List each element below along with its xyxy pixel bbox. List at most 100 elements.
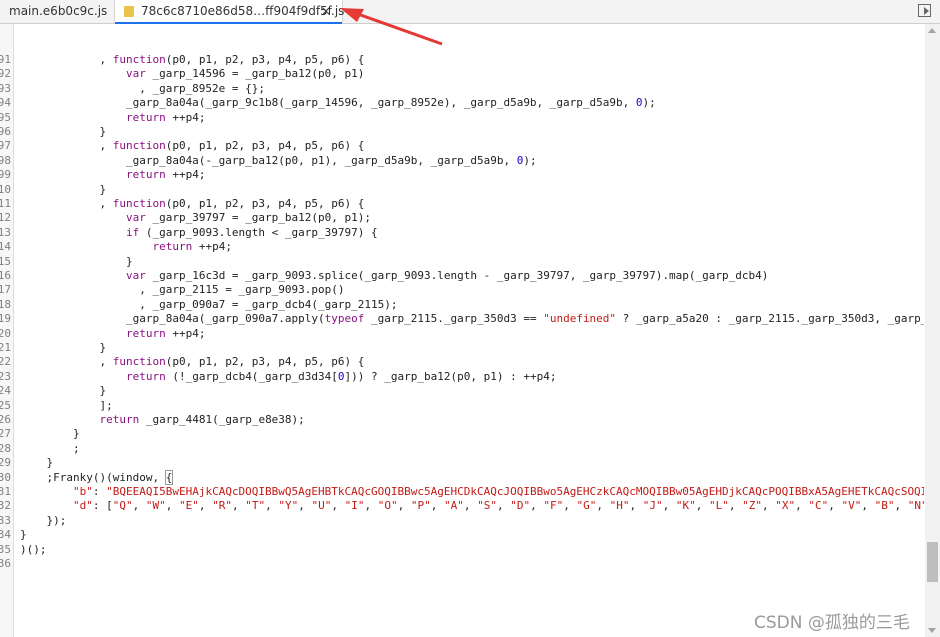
code-token: } — [20, 254, 133, 268]
code-token: , — [364, 499, 378, 513]
code-token: , — [20, 355, 113, 369]
line-number: 14 — [0, 240, 11, 254]
line-number: 36 — [0, 557, 11, 570]
code-token: , — [165, 499, 179, 513]
code-token: { — [164, 469, 174, 485]
code-line: "d": ["Q", "W", "E", "R", "T", "Y", "U",… — [20, 499, 924, 513]
code-token: , — [20, 197, 113, 210]
line-number: 34 — [0, 528, 11, 542]
code-token: (p0, p1, p2, p3, p4, p5, p6) { — [165, 355, 365, 369]
code-line: , _garp_2115 = _garp_9093.pop() — [20, 283, 345, 297]
code-token: _garp_14596 = _garp_ba12(p0, p1) — [145, 67, 365, 81]
keyword-token: typeof — [324, 312, 365, 326]
code-line: }); — [20, 514, 66, 528]
code-line: } — [20, 427, 80, 441]
code-token: ++p4; — [192, 240, 232, 254]
code-line: } — [20, 341, 106, 355]
string-token: "undefined" — [543, 312, 617, 326]
keyword-token: return — [125, 326, 166, 340]
line-number: 92 — [0, 67, 11, 81]
code-token: ++p4; — [165, 168, 206, 182]
string-token: "T" — [245, 499, 266, 513]
code-line: } — [20, 183, 106, 197]
line-number: 33 — [0, 513, 11, 527]
code-token: , — [596, 499, 610, 513]
line-number-gutter: 9192939495969798991011121314151617181920… — [0, 24, 14, 637]
keyword-token: function — [112, 139, 166, 153]
keyword-token: function — [112, 53, 166, 66]
code-token: _garp_8a04a(-_garp_ba12(p0, p1), _garp_d… — [20, 153, 517, 167]
code-token: , — [132, 499, 146, 513]
line-number: 23 — [0, 369, 11, 383]
code-token: } — [20, 341, 107, 354]
code-token: , — [795, 499, 809, 513]
string-token: "C" — [808, 499, 829, 513]
line-number: 98 — [0, 153, 11, 167]
tab-label: main.e6b0c9c.js — [9, 4, 108, 18]
code-token: ]; — [20, 398, 113, 412]
line-number: 27 — [0, 427, 11, 441]
code-line: return ++p4; — [20, 111, 206, 125]
close-icon[interactable]: × — [321, 0, 331, 23]
keyword-token: return — [125, 168, 166, 182]
scroll-down-icon[interactable] — [928, 628, 936, 633]
code-token: (p0, p1, p2, p3, p4, p5, p6) { — [165, 53, 365, 66]
line-number: 18 — [0, 297, 11, 311]
code-token: )(); — [20, 542, 47, 556]
code-token: ;Franky()(window, — [20, 470, 166, 484]
keyword-token: var — [125, 67, 146, 81]
code-editor[interactable]: , function(p0, p1, p2, p3, p4, p5, p6) {… — [14, 24, 924, 637]
code-token: , — [695, 499, 709, 513]
code-line: } — [20, 456, 53, 470]
code-token: , _garp_2115 = _garp_9093.pop() — [20, 283, 345, 297]
code-token: , — [828, 499, 842, 513]
string-token: "K" — [675, 499, 696, 513]
code-line: , function(p0, p1, p2, p3, p4, p5, p6) { — [20, 139, 364, 153]
vertical-scrollbar[interactable] — [925, 24, 940, 637]
tab-main-js[interactable]: main.e6b0c9c.js — [9, 0, 107, 23]
line-number: 13 — [0, 225, 11, 239]
line-number: 28 — [0, 441, 11, 455]
scroll-up-icon[interactable] — [928, 28, 936, 33]
scrollbar-thumb[interactable] — [927, 542, 938, 582]
string-token: "Z" — [742, 499, 762, 513]
string-token: "W" — [145, 499, 166, 513]
code-token: ); — [523, 153, 537, 167]
code-token: } — [20, 427, 80, 441]
string-token: "H" — [609, 499, 630, 513]
code-token: ); — [642, 96, 656, 110]
string-token: "X" — [775, 499, 796, 513]
string-token: "D" — [510, 499, 531, 513]
string-token: "P" — [410, 499, 431, 513]
code-token: } — [20, 182, 107, 196]
line-number: 10 — [0, 182, 11, 196]
string-token: "A" — [443, 499, 464, 513]
panel-toggle-icon[interactable] — [918, 4, 931, 17]
code-token: _garp_8a04a(_garp_9c1b8(_garp_14596, _ga… — [20, 96, 636, 110]
line-number: 97 — [0, 139, 11, 153]
number-token: 0 — [635, 96, 643, 110]
line-number: 21 — [0, 341, 11, 354]
js-file-icon — [124, 6, 134, 17]
code-line: )(); — [20, 543, 47, 557]
code-line: _garp_8a04a(_garp_9c1b8(_garp_14596, _ga… — [20, 96, 656, 110]
code-token: , — [20, 53, 113, 66]
code-line: return ++p4; — [20, 168, 206, 182]
string-token: "U" — [311, 499, 332, 513]
code-token: } — [20, 528, 27, 542]
line-number: 22 — [0, 355, 11, 369]
code-line: , function(p0, p1, p2, p3, p4, p5, p6) { — [20, 53, 364, 67]
code-token: _garp_8a04a(_garp_090a7.apply( — [20, 312, 325, 326]
code-line: , _garp_090a7 = _garp_dcb4(_garp_2115); — [20, 298, 397, 312]
code-line: return (!_garp_dcb4(_garp_d3d34[0])) ? _… — [20, 370, 556, 384]
editor-tab-bar: main.e6b0c9c.js 78c6c8710e86d58…ff904f9d… — [0, 0, 940, 24]
code-token: , — [629, 499, 643, 513]
code-line: } — [20, 384, 106, 398]
tab-active-js[interactable]: 78c6c8710e86d58…ff904f9df5f.js × — [114, 0, 344, 24]
code-token: , — [265, 499, 279, 513]
